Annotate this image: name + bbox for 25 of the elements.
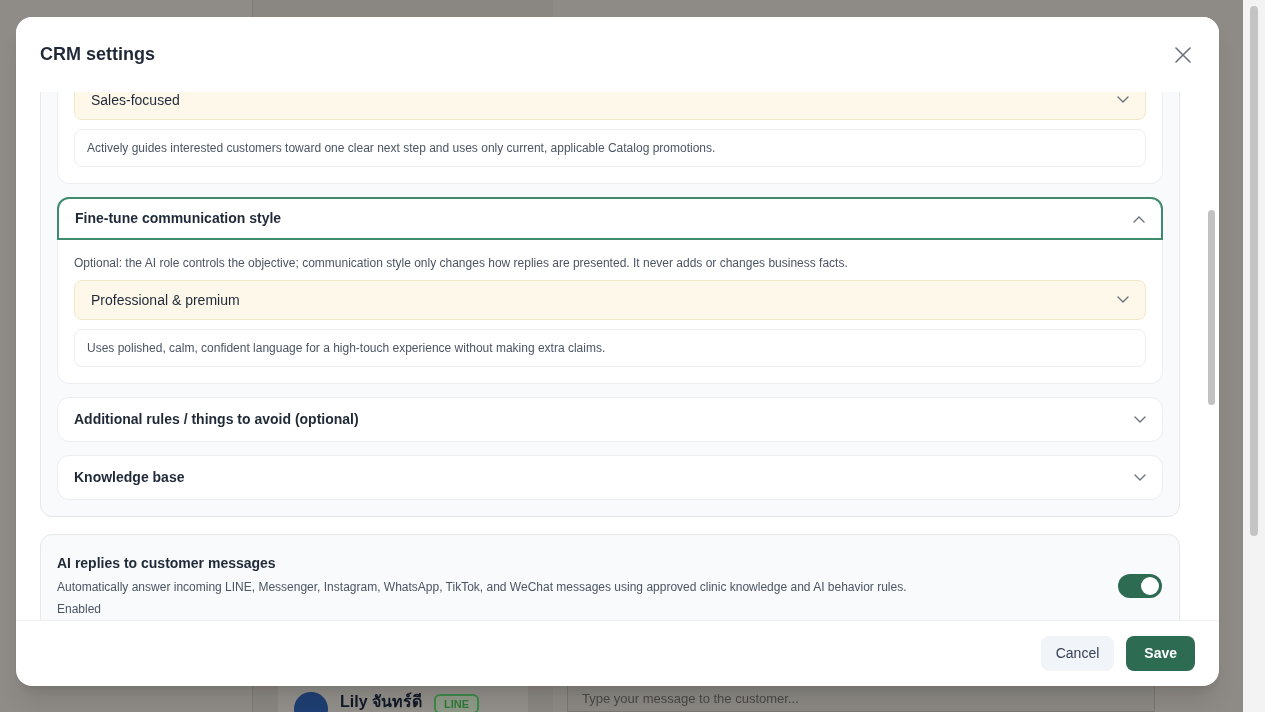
chevron-up-icon: [1133, 214, 1145, 223]
style-select[interactable]: Sales-focused: [74, 92, 1146, 120]
status-text: Enabled: [57, 601, 103, 618]
style-select[interactable]: Professional & premium: [74, 280, 1146, 320]
chevron-down-icon: [1117, 296, 1129, 304]
accordion-header[interactable]: Additional rules / things to avoid (optional): [58, 398, 1162, 441]
description-text: Uses polished, calm, confident language for a high-touch experience without making extra claims.: [74, 329, 1146, 367]
description-text: Actively guides interested customers toward one clear next step and uses only current, applicable Catalog promotions.: [74, 129, 1146, 167]
close-icon: [1175, 46, 1191, 63]
dialog-title: CRM settings: [40, 43, 155, 66]
setting-title: AI replies to customer messages: [57, 554, 277, 573]
contact-name: Lily จันทร์ดี: [340, 691, 422, 712]
page-scrollbar[interactable]: [1250, 6, 1258, 536]
scrollbar-thumb[interactable]: [1208, 210, 1215, 405]
setting-description: Automatically answer incoming LINE, Messenger, Instagram, WhatsApp, TikTok, and WeChat messages using approved clinic knowledge and AI behavior rules.: [57, 579, 907, 596]
channel-badge: LINE: [434, 693, 480, 712]
note-text: Optional: the AI role controls the objective; communication style only changes how replies are presented. It never adds or changes business facts.: [74, 255, 849, 271]
cancel-button[interactable]: Cancel: [1040, 636, 1115, 671]
save-button[interactable]: Save: [1126, 636, 1195, 671]
accordion-header[interactable]: Fine-tune communication style: [57, 197, 1163, 240]
chevron-down-icon: [1117, 96, 1129, 104]
toggle-switch[interactable]: [1118, 573, 1162, 598]
chevron-down-icon: [1134, 415, 1146, 424]
chevron-down-icon: [1134, 473, 1146, 482]
accordion-header[interactable]: Knowledge base: [58, 456, 1162, 499]
